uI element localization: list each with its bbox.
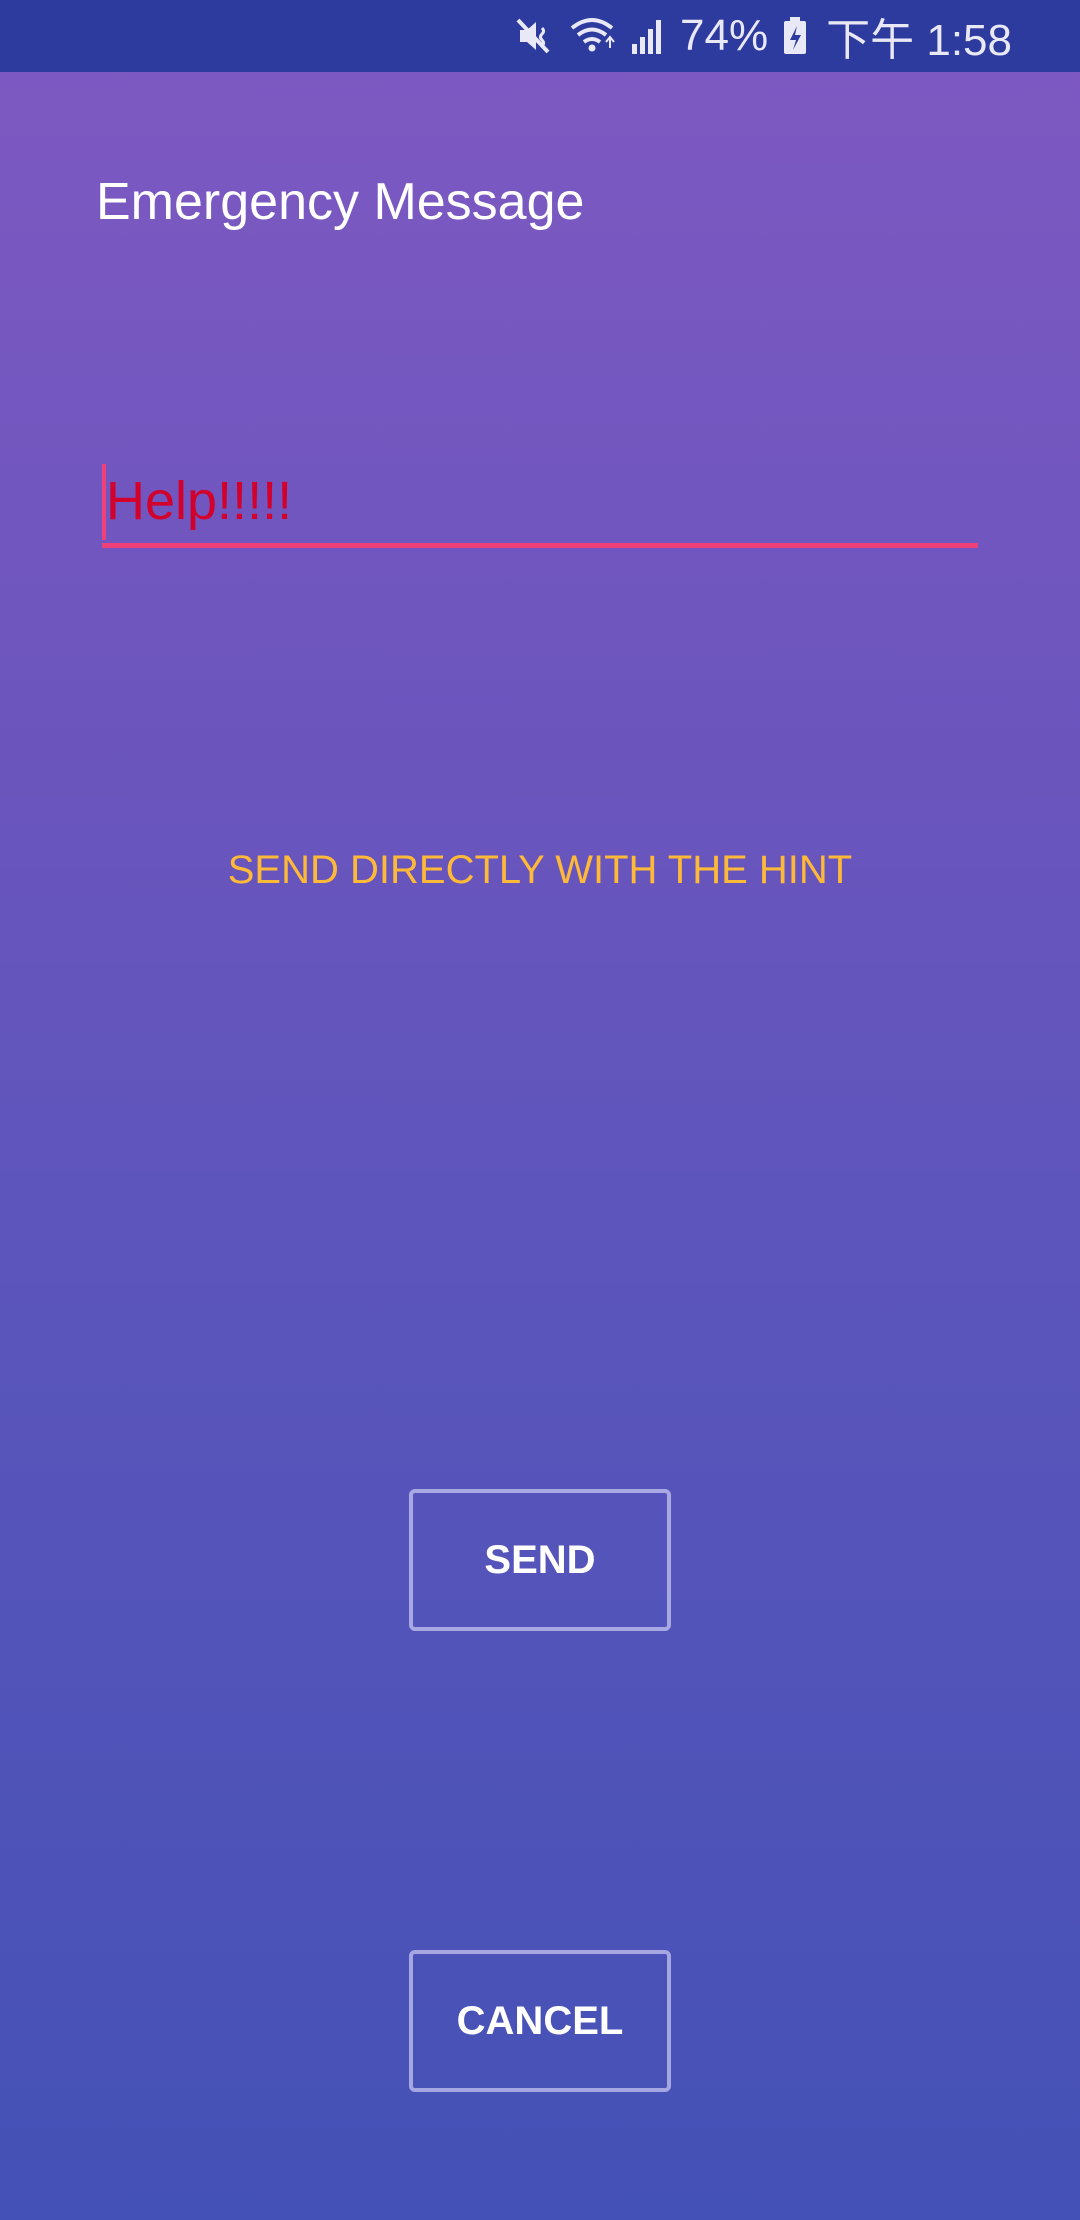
status-bar: 74% 下午 1:58 [0,0,1080,72]
battery-percent: 74% [680,11,769,60]
send-button[interactable]: SEND [409,1489,671,1631]
battery-charging-icon [782,16,808,56]
cancel-button[interactable]: CANCEL [409,1950,671,2092]
mute-vibrate-icon [514,16,554,56]
wifi-icon [568,16,616,56]
message-input[interactable]: Help!!!!! [102,460,978,548]
send-with-hint-link[interactable]: SEND DIRECTLY WITH THE HINT [0,848,1080,893]
message-input-value: Help!!!!! [106,471,293,531]
emergency-message-screen: 74% 下午 1:58 Emergency Message Help!!!!! … [0,0,1080,2220]
page-title: Emergency Message [96,173,585,231]
status-time: 下午 1:58 [826,16,1012,65]
signal-icon [630,16,666,56]
